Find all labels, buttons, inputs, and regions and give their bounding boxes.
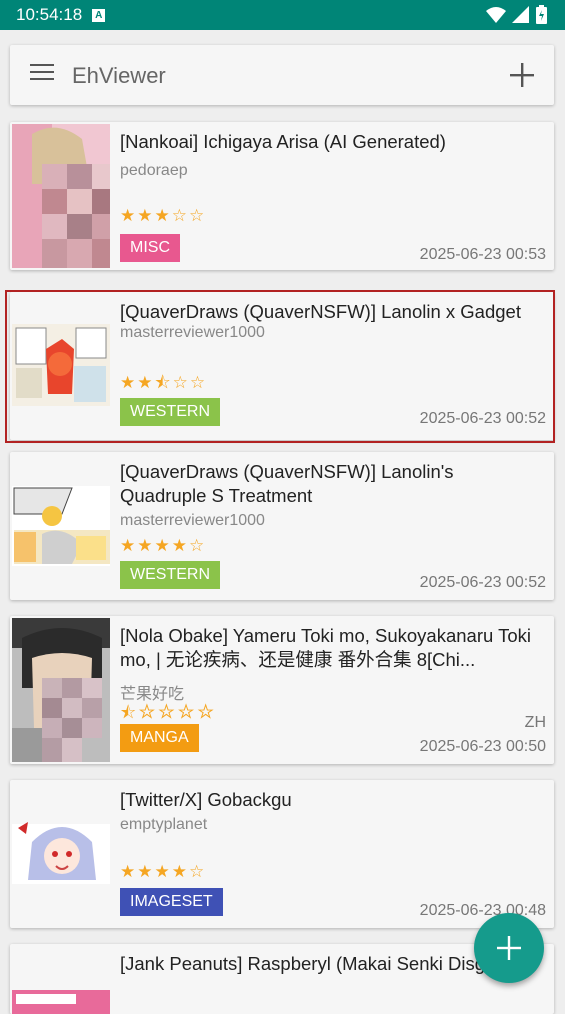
gallery-uploader: emptyplanet bbox=[120, 816, 208, 833]
category-badge: MISC bbox=[120, 234, 180, 262]
signal-icon bbox=[512, 5, 529, 23]
gallery-uploader: pedoraep bbox=[120, 162, 188, 179]
category-badge: WESTERN bbox=[120, 398, 220, 426]
gallery-title: [Nola Obake] Yameru Toki mo, Sukoyakanar… bbox=[120, 625, 531, 670]
fab-add-button[interactable] bbox=[474, 913, 544, 983]
gallery-title: [Nankoai] Ichigaya Arisa (AI Generated) bbox=[120, 131, 446, 152]
gallery-thumbnail bbox=[12, 618, 110, 762]
gallery-thumbnail bbox=[12, 124, 110, 268]
gallery-thumbnail bbox=[12, 782, 110, 926]
gallery-date: 2025-06-23 00:50 bbox=[419, 738, 546, 755]
gallery-title: [QuaverDraws (QuaverNSFW)] Lanolin's Qua… bbox=[120, 461, 454, 506]
rating-stars: ★★★★☆ bbox=[120, 536, 207, 555]
gallery-thumbnail bbox=[12, 454, 110, 598]
gallery-date: 2025-06-23 00:52 bbox=[419, 410, 546, 427]
gallery-thumbnail bbox=[12, 294, 110, 438]
status-icons bbox=[486, 5, 547, 24]
gallery-uploader: masterreviewer1000 bbox=[120, 324, 265, 341]
status-bar: 10:54:18 A bbox=[0, 0, 565, 30]
battery-icon bbox=[536, 5, 547, 24]
gallery-card[interactable]: [Twitter/X] Gobackgu emptyplanet ★★★★☆ I… bbox=[10, 780, 554, 928]
rating-stars: ★★★★☆ bbox=[120, 862, 207, 881]
gallery-uploader: masterreviewer1000 bbox=[120, 512, 265, 529]
gallery-card[interactable]: [QuaverDraws (QuaverNSFW)] Lanolin x Gad… bbox=[10, 292, 554, 440]
rating-stars: ★★⯪☆☆ bbox=[120, 373, 208, 392]
rating-stars: ★★★☆☆ bbox=[120, 206, 207, 225]
wifi-icon bbox=[486, 6, 506, 23]
category-badge: IMAGESET bbox=[120, 888, 223, 916]
gallery-date: 2025-06-23 00:53 bbox=[419, 246, 546, 263]
gallery-date: 2025-06-23 00:52 bbox=[419, 574, 546, 591]
category-badge: MANGA bbox=[120, 724, 199, 752]
plus-icon bbox=[497, 936, 521, 960]
notification-icon: A bbox=[92, 8, 106, 22]
app-title: EhViewer bbox=[72, 63, 166, 88]
gallery-title: [Twitter/X] Gobackgu bbox=[120, 789, 292, 810]
status-time: 10:54:18 bbox=[16, 5, 83, 24]
hamburger-icon[interactable] bbox=[30, 64, 54, 86]
gallery-card[interactable]: [Nankoai] Ichigaya Arisa (AI Generated) … bbox=[10, 122, 554, 270]
gallery-title: [QuaverDraws (QuaverNSFW)] Lanolin x Gad… bbox=[120, 301, 521, 322]
category-badge: WESTERN bbox=[120, 561, 220, 589]
gallery-card[interactable]: [Nola Obake] Yameru Toki mo, Sukoyakanar… bbox=[10, 616, 554, 764]
gallery-card[interactable]: [QuaverDraws (QuaverNSFW)] Lanolin's Qua… bbox=[10, 452, 554, 600]
search-bar[interactable]: EhViewer bbox=[10, 45, 554, 105]
plus-icon[interactable] bbox=[508, 61, 536, 89]
language-label: ZH bbox=[524, 714, 546, 731]
